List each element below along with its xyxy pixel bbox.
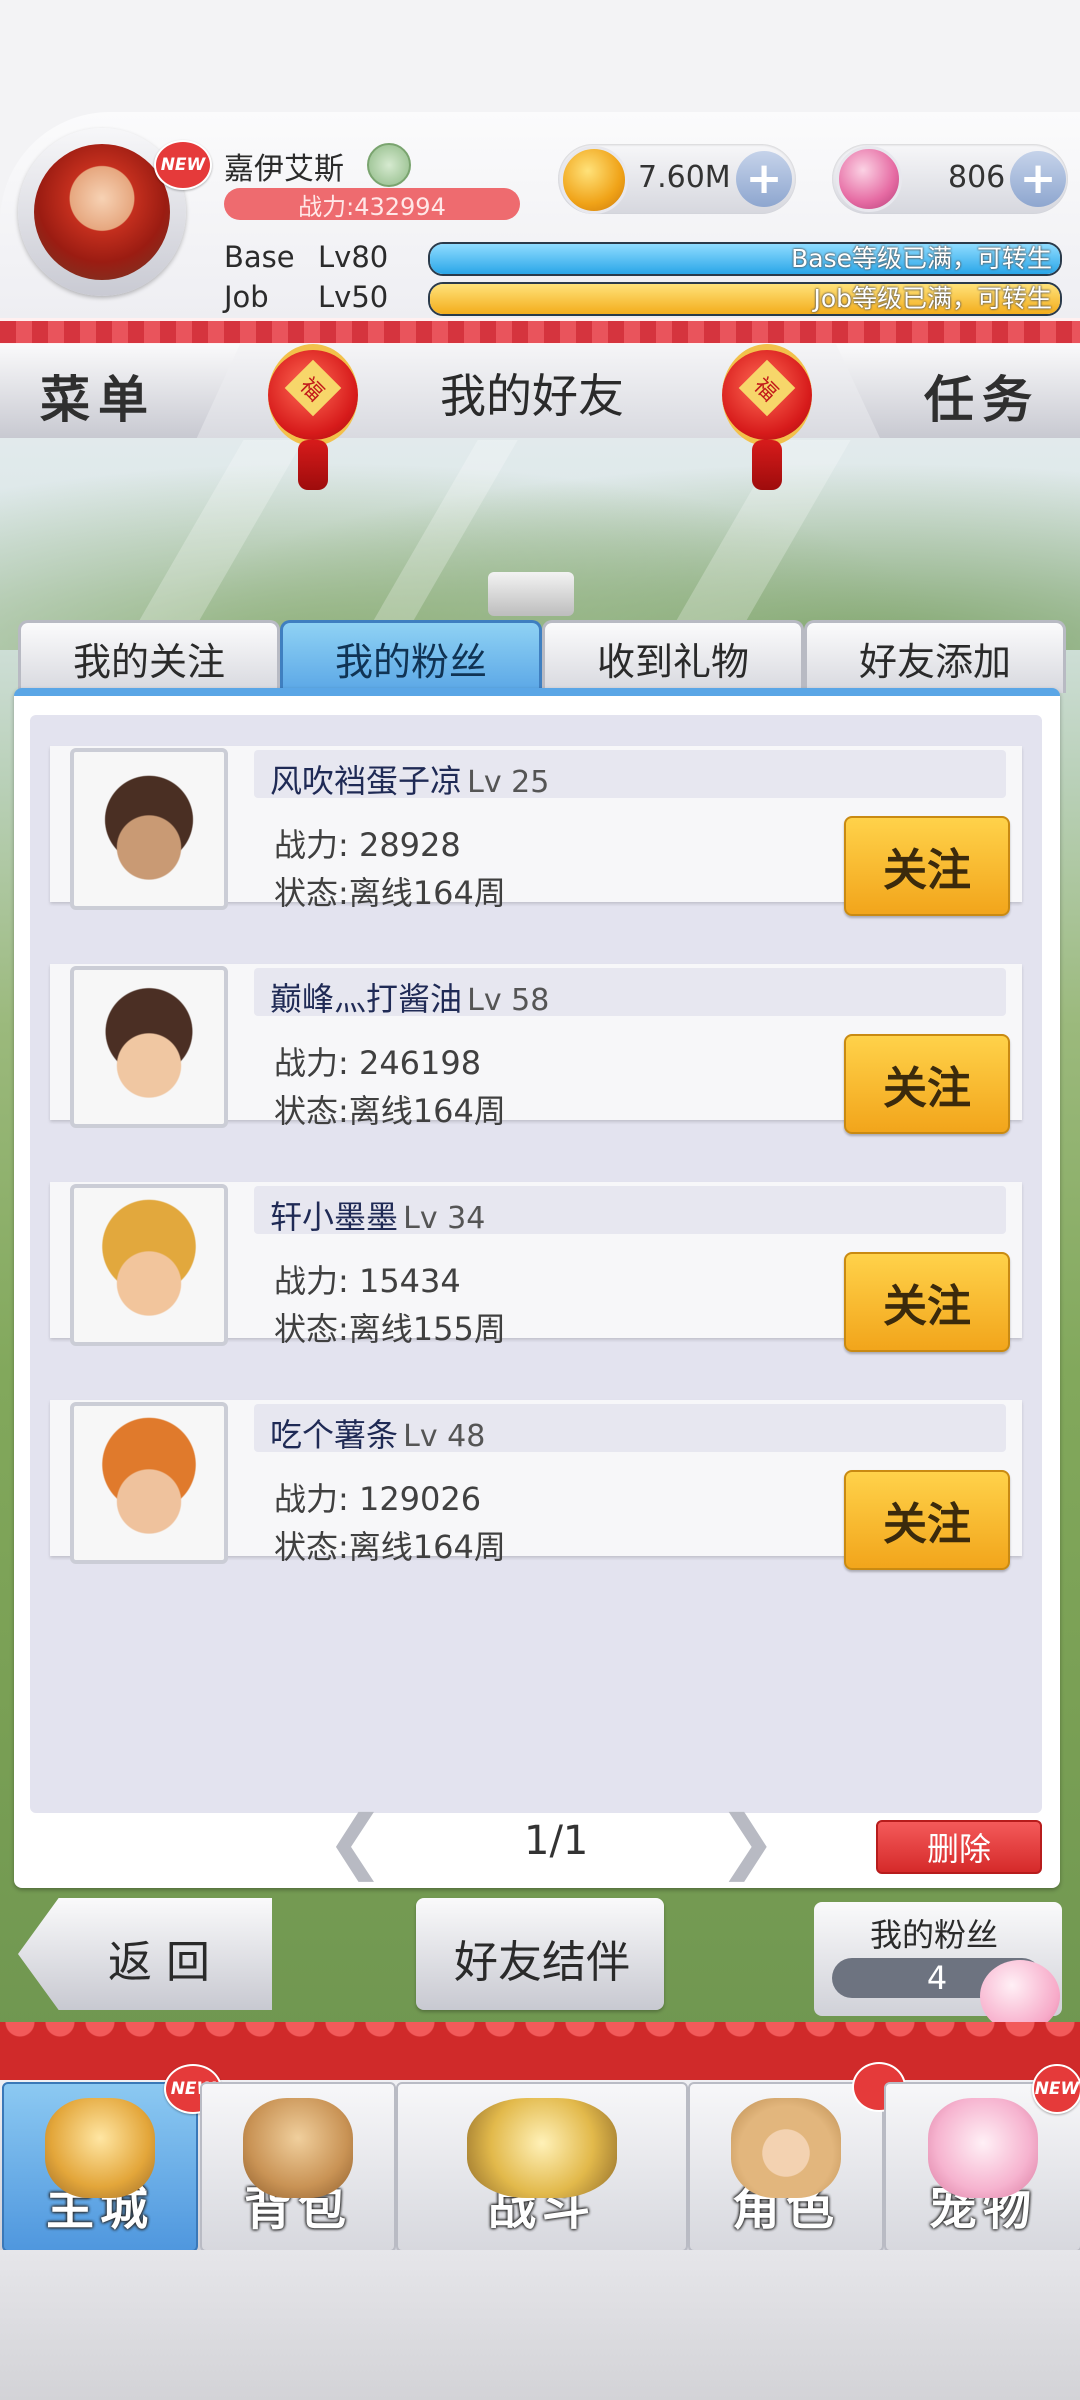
pet-icon xyxy=(928,2098,1038,2198)
fan-name-row: 轩小墨墨 Lv 34 xyxy=(270,1192,485,1238)
follow-button[interactable]: 关注 xyxy=(844,816,1010,916)
new-badge: NEW xyxy=(1032,2064,1080,2114)
fan-name: 吃个薯条 xyxy=(270,1416,399,1454)
fan-level: Lv 34 xyxy=(403,1201,486,1236)
back-label: 返 回 xyxy=(108,1937,210,1988)
job-label: Job xyxy=(224,280,269,314)
follow-button[interactable]: 关注 xyxy=(844,1470,1010,1570)
fan-name: 轩小墨墨 xyxy=(270,1198,399,1236)
add-gem-button[interactable]: + xyxy=(1010,151,1066,207)
next-page-button[interactable]: ❯ xyxy=(718,1800,777,1882)
tab-backpack[interactable]: 背包 xyxy=(200,2082,396,2252)
base-label: Base xyxy=(224,240,295,274)
base-exp-text: Base等级已满，可转生 xyxy=(791,244,1052,273)
firecracker-icon xyxy=(298,440,328,490)
page-title: 我的好友 xyxy=(440,369,624,423)
job-exp-bar: Job等级已满，可转生 xyxy=(428,282,1062,316)
fan-level: Lv 25 xyxy=(467,765,550,800)
battle-wheel-icon xyxy=(467,2098,617,2198)
tab-battle[interactable]: 战斗 xyxy=(396,2082,688,2252)
fan-name: 风吹裆蛋子凉 xyxy=(270,762,463,800)
follow-button[interactable]: 关注 xyxy=(844,1034,1010,1134)
character-icon xyxy=(731,2098,841,2198)
player-power: 战力:432994 xyxy=(224,188,520,221)
fan-avatar xyxy=(70,1184,228,1346)
tab-character[interactable]: 角色 xyxy=(688,2082,884,2252)
job-level: Lv50 xyxy=(318,280,389,314)
gem-icon xyxy=(836,146,902,212)
firecracker-icon xyxy=(752,440,782,490)
fan-name-row: 风吹裆蛋子凉 Lv 25 xyxy=(270,756,549,802)
gem-amount: 806 xyxy=(948,160,1006,195)
castle-tower-icon xyxy=(488,572,574,616)
fan-avatar xyxy=(70,1402,228,1564)
zeny-coin-icon xyxy=(560,146,628,214)
fans-count-label: 我的粉丝 xyxy=(870,1916,999,1954)
delete-button[interactable]: 删除 xyxy=(876,1820,1042,1874)
new-badge: NEW xyxy=(154,140,212,190)
page-indicator: 1/1 xyxy=(524,1818,589,1864)
fan-status: 状态:离线164周 xyxy=(274,874,506,912)
base-level: Lv80 xyxy=(318,240,389,274)
fan-power: 战力: 28928 xyxy=(274,826,461,864)
tab-my-fans[interactable]: 我的粉丝 xyxy=(280,620,542,693)
backpack-icon xyxy=(243,2098,353,2198)
fan-status: 状态:离线164周 xyxy=(274,1528,506,1566)
tab-received-gifts[interactable]: 收到礼物 xyxy=(542,620,804,693)
add-zeny-button[interactable]: + xyxy=(736,151,792,207)
fan-name: 巅峰灬打酱油 xyxy=(270,980,463,1018)
fan-name-row: 吃个薯条 Lv 48 xyxy=(270,1410,485,1456)
base-exp-bar: Base等级已满，可转生 xyxy=(428,242,1062,276)
fan-name-row: 巅峰灬打酱油 Lv 58 xyxy=(270,974,549,1020)
system-nav-area xyxy=(0,2250,1080,2400)
fan-power: 战力: 129026 xyxy=(274,1480,482,1518)
fan-avatar xyxy=(70,748,228,910)
decorative-cloud-band xyxy=(0,2022,1080,2084)
quest-label: 任务 xyxy=(924,371,1040,429)
decorative-trim xyxy=(0,318,1080,346)
player-name: 嘉伊艾斯 xyxy=(224,152,344,187)
fan-power: 战力: 15434 xyxy=(274,1262,461,1300)
zeny-amount: 7.60M xyxy=(638,160,731,195)
fan-level: Lv 58 xyxy=(467,983,550,1018)
tab-main-city[interactable]: 主城 xyxy=(2,2082,198,2252)
prev-page-button[interactable]: ❮ xyxy=(326,1800,385,1882)
castle-icon xyxy=(45,2098,155,2198)
job-exp-text: Job等级已满，可转生 xyxy=(813,284,1052,313)
player-avatar-image xyxy=(34,144,170,280)
menu-label: 菜单 xyxy=(40,371,156,429)
fan-power: 战力: 246198 xyxy=(274,1044,482,1082)
fan-status: 状态:离线164周 xyxy=(274,1092,506,1130)
fan-status: 状态:离线155周 xyxy=(274,1310,506,1348)
follow-button[interactable]: 关注 xyxy=(844,1252,1010,1352)
tab-add-friend[interactable]: 好友添加 xyxy=(804,620,1066,693)
guild-shield-icon[interactable] xyxy=(367,143,411,187)
fan-level: Lv 48 xyxy=(403,1419,486,1454)
tab-my-follows[interactable]: 我的关注 xyxy=(18,620,280,693)
fan-avatar xyxy=(70,966,228,1128)
friend-companion-label: 好友结伴 xyxy=(454,1937,630,1988)
